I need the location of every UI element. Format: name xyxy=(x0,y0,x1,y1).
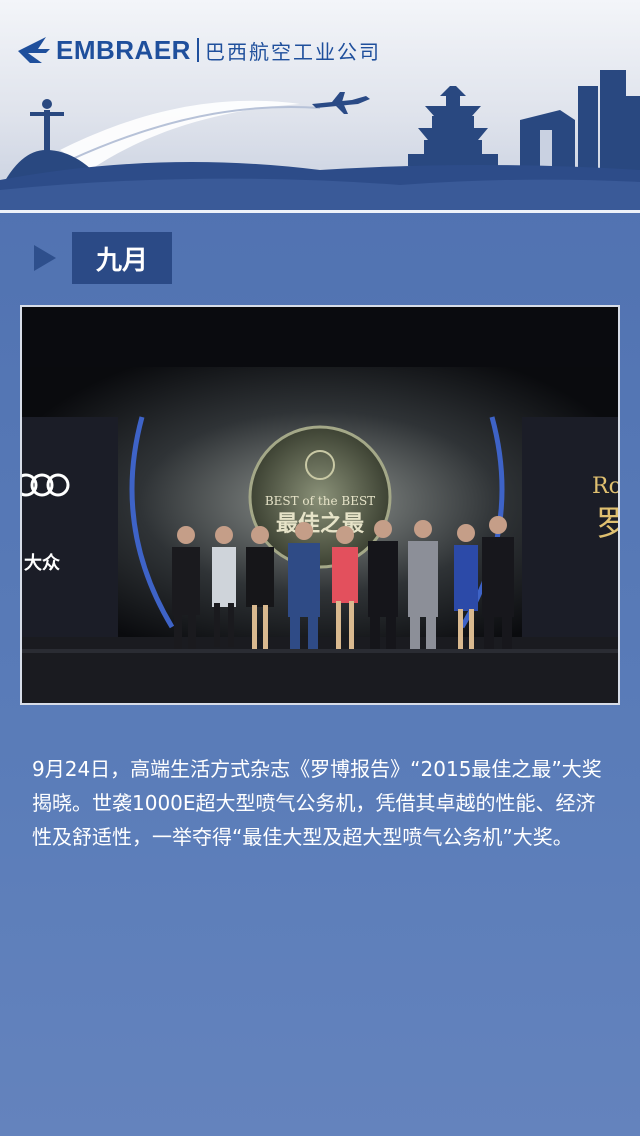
award-ceremony-photo: 大众 Ro 罗 BEST of the BEST 最佳之最 xyxy=(20,305,620,705)
airplane-icon xyxy=(312,92,370,114)
embraer-logo: EMBRAER 巴西航空工业公司 xyxy=(16,30,381,70)
header-banner: EMBRAER 巴西航空工业公司 xyxy=(0,0,640,210)
brand-chinese-name: 巴西航空工业公司 xyxy=(204,39,381,64)
right-brand-cn: 罗 xyxy=(596,504,618,544)
left-brand-text: 大众 xyxy=(24,552,60,574)
section-heading: 九月 xyxy=(34,232,173,284)
emblem-subtitle: BEST of the BEST xyxy=(265,494,375,508)
embraer-wing-icon xyxy=(18,37,50,63)
play-triangle-icon xyxy=(34,245,56,271)
right-brand-text: Ro xyxy=(592,474,618,499)
ceremony-scene: 大众 Ro 罗 BEST of the BEST 最佳之最 xyxy=(22,307,618,703)
brand-name: EMBRAER xyxy=(56,34,191,65)
article-paragraph: 9月24日，高端生活方式杂志《罗博报告》“2015最佳之最”大奖揭晓。世袭100… xyxy=(32,757,602,849)
temple-silhouette xyxy=(408,86,498,166)
brand-divider xyxy=(196,38,199,62)
section-title: 九月 xyxy=(72,232,173,284)
building-silhouettes xyxy=(520,70,640,170)
header-divider xyxy=(0,210,640,213)
